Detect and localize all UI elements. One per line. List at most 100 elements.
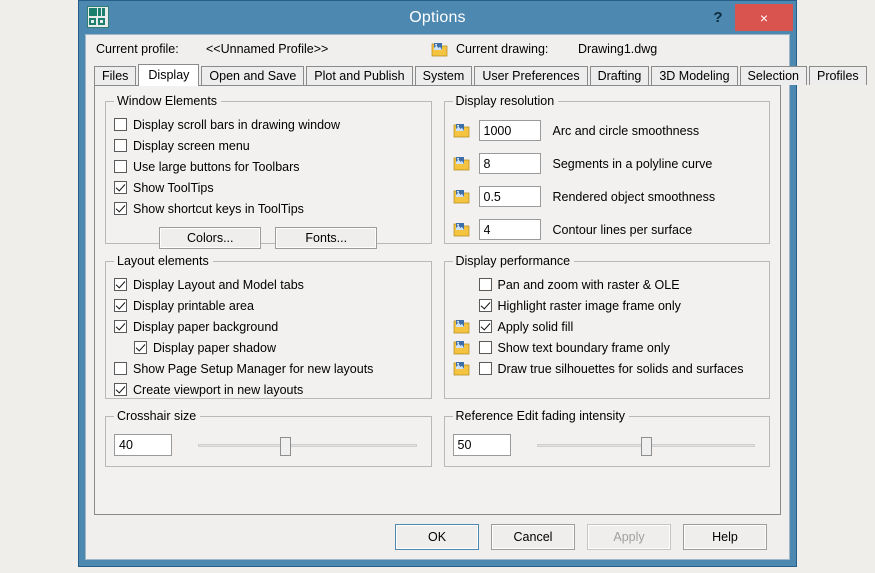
display-resolution-input[interactable] bbox=[478, 120, 541, 141]
checkbox-row[interactable]: Show ToolTips bbox=[114, 177, 423, 198]
drawing-file-icon bbox=[453, 188, 475, 205]
tab-files[interactable]: Files bbox=[94, 66, 137, 85]
display-resolution-input[interactable] bbox=[478, 153, 541, 174]
close-icon[interactable]: × bbox=[735, 4, 793, 31]
display-resolution-input[interactable] bbox=[478, 186, 541, 207]
checkbox-row[interactable]: Apply solid fill bbox=[453, 316, 762, 337]
colors-button[interactable]: Colors... bbox=[159, 227, 262, 249]
window-controls: ? × bbox=[701, 1, 796, 34]
checkbox-row[interactable]: Show text boundary frame only bbox=[453, 337, 762, 358]
checkbox[interactable] bbox=[114, 320, 127, 333]
checkbox-row[interactable]: Display paper shadow bbox=[114, 337, 423, 358]
autocad-icon bbox=[87, 6, 109, 28]
tab-drafting[interactable]: Drafting bbox=[589, 66, 650, 85]
drawing-file-icon bbox=[453, 122, 475, 139]
checkbox-row[interactable]: Display scroll bars in drawing window bbox=[114, 114, 423, 135]
right-column-bottom: Reference Edit fading intensity bbox=[443, 409, 770, 477]
current-profile-value: <<Unnamed Profile>> bbox=[206, 42, 329, 56]
checkbox[interactable] bbox=[478, 362, 492, 375]
checkbox-label: Display paper shadow bbox=[153, 340, 276, 355]
current-drawing-value: Drawing1.dwg bbox=[578, 42, 658, 56]
display-resolution-label: Arc and circle smoothness bbox=[552, 123, 700, 138]
window-elements-group: Window Elements Display scroll bars in d… bbox=[105, 94, 432, 249]
checkbox[interactable] bbox=[478, 341, 492, 354]
checkbox-label: Display screen menu bbox=[133, 138, 250, 153]
checkbox-label: Show ToolTips bbox=[133, 180, 214, 195]
checkbox-row[interactable]: Create viewport in new layouts bbox=[114, 379, 423, 400]
display-performance-group: Display performance Pan and zoom with ra… bbox=[443, 254, 770, 399]
layout-elements-checkbox-list: Display Layout and Model tabs Display pri… bbox=[114, 274, 423, 400]
checkbox[interactable] bbox=[114, 181, 127, 194]
reference-edit-fading-slider-thumb[interactable] bbox=[640, 437, 652, 456]
icon-slot-empty bbox=[453, 297, 475, 314]
help-icon[interactable]: ? bbox=[701, 1, 735, 34]
tab-selection[interactable]: Selection bbox=[739, 66, 807, 85]
checkbox-row[interactable]: Highlight raster image frame only bbox=[453, 295, 762, 316]
checkbox-label: Display Layout and Model tabs bbox=[133, 277, 304, 292]
icon-slot-empty bbox=[453, 276, 475, 293]
checkbox-row[interactable]: Draw true silhouettes for solids and sur… bbox=[453, 358, 762, 379]
checkbox-label: Use large buttons for Toolbars bbox=[133, 159, 300, 174]
reference-edit-fading-input[interactable] bbox=[452, 434, 511, 456]
display-resolution-input[interactable] bbox=[478, 219, 541, 240]
tab-strip: Files Display Open and Save Plot and Publis… bbox=[86, 63, 867, 86]
window-title: Options bbox=[409, 8, 466, 26]
ok-button[interactable]: OK bbox=[395, 524, 479, 550]
checkbox[interactable] bbox=[114, 202, 127, 215]
checkbox[interactable] bbox=[114, 278, 127, 291]
crosshair-size-group: Crosshair size bbox=[105, 409, 432, 467]
checkbox[interactable] bbox=[478, 299, 492, 312]
help-button[interactable]: Help bbox=[683, 524, 767, 550]
crosshair-size-input[interactable] bbox=[114, 434, 172, 456]
checkbox[interactable] bbox=[134, 341, 147, 354]
checkbox-row[interactable]: Display printable area bbox=[114, 295, 423, 316]
checkbox[interactable] bbox=[114, 383, 127, 396]
display-performance-checkbox-list: Pan and zoom with raster & OLE Highlight … bbox=[453, 274, 762, 379]
tab-user-preferences[interactable]: User Preferences bbox=[474, 66, 588, 85]
crosshair-size-row bbox=[114, 429, 423, 459]
checkbox-label: Draw true silhouettes for solids and sur… bbox=[497, 361, 744, 376]
tab-display[interactable]: Display bbox=[138, 64, 200, 86]
display-resolution-row: Contour lines per surface bbox=[453, 213, 762, 246]
display-resolution-label: Segments in a polyline curve bbox=[552, 156, 713, 171]
tab-profiles[interactable]: Profiles bbox=[808, 66, 867, 85]
checkbox[interactable] bbox=[478, 278, 492, 291]
display-resolution-legend: Display resolution bbox=[455, 94, 555, 108]
upper-groups-row: Window Elements Display scroll bars in d… bbox=[105, 94, 770, 254]
apply-button[interactable]: Apply bbox=[587, 524, 671, 550]
reference-edit-fading-slider[interactable] bbox=[536, 434, 756, 456]
checkbox-row[interactable]: Use large buttons for Toolbars bbox=[114, 156, 423, 177]
tab-plot-and-publish[interactable]: Plot and Publish bbox=[306, 66, 413, 85]
checkbox[interactable] bbox=[114, 139, 127, 152]
left-column-middle: Layout elements Display Layout and Model… bbox=[105, 254, 432, 409]
checkbox-row[interactable]: Display screen menu bbox=[114, 135, 423, 156]
tab-3d-modeling[interactable]: 3D Modeling bbox=[651, 66, 738, 85]
checkbox-row[interactable]: Pan and zoom with raster & OLE bbox=[453, 274, 762, 295]
checkbox-label: Pan and zoom with raster & OLE bbox=[497, 277, 680, 292]
checkbox[interactable] bbox=[478, 320, 492, 333]
display-tab-page: Window Elements Display scroll bars in d… bbox=[94, 85, 781, 515]
cancel-button[interactable]: Cancel bbox=[491, 524, 575, 550]
checkbox[interactable] bbox=[114, 299, 127, 312]
checkbox[interactable] bbox=[114, 362, 127, 375]
checkbox[interactable] bbox=[114, 160, 127, 173]
display-performance-legend: Display performance bbox=[455, 254, 571, 268]
window-elements-buttons: Colors... Fonts... bbox=[114, 227, 423, 249]
checkbox-row[interactable]: Display Layout and Model tabs bbox=[114, 274, 423, 295]
checkbox-row[interactable]: Show Page Setup Manager for new layouts bbox=[114, 358, 423, 379]
right-column-middle: Display performance Pan and zoom with ra… bbox=[443, 254, 770, 409]
tab-open-and-save[interactable]: Open and Save bbox=[201, 66, 305, 85]
crosshair-size-slider-thumb[interactable] bbox=[280, 437, 292, 456]
left-column-bottom: Crosshair size bbox=[105, 409, 432, 477]
crosshair-size-slider[interactable] bbox=[198, 434, 417, 456]
checkbox-row[interactable]: Show shortcut keys in ToolTips bbox=[114, 198, 423, 219]
title-bar: Options ? × bbox=[79, 1, 796, 34]
window-elements-checkbox-list: Display scroll bars in drawing window Dis… bbox=[114, 114, 423, 219]
checkbox-label: Display paper background bbox=[133, 319, 279, 334]
fonts-button[interactable]: Fonts... bbox=[275, 227, 378, 249]
drawing-file-icon bbox=[453, 339, 475, 356]
tab-system[interactable]: System bbox=[414, 66, 473, 85]
checkbox[interactable] bbox=[114, 118, 127, 131]
checkbox-label: Display scroll bars in drawing window bbox=[133, 117, 341, 132]
checkbox-row[interactable]: Display paper background bbox=[114, 316, 423, 337]
